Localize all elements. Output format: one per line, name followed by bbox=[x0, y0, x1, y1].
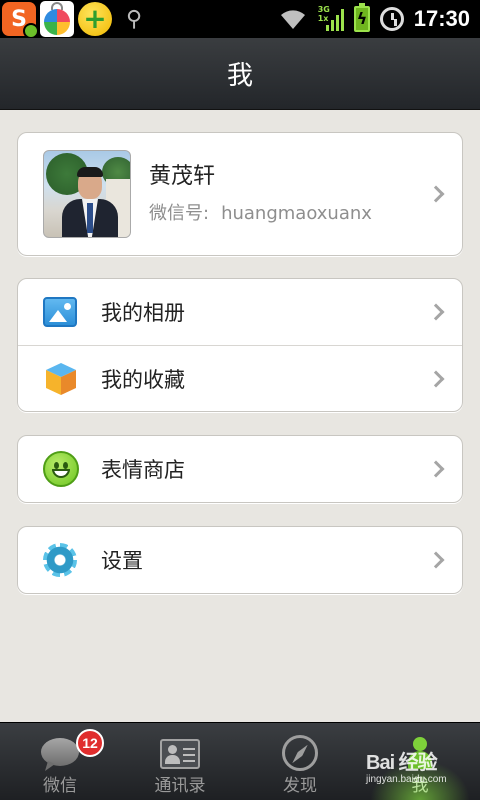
contacts-icon bbox=[160, 739, 200, 769]
baidu-jingyan-watermark: Bai 经验 jingyan.baidu.com bbox=[366, 752, 447, 785]
chevron-right-icon bbox=[427, 185, 445, 203]
chevron-right-icon bbox=[427, 551, 445, 569]
tab-label: 微信 bbox=[43, 776, 77, 796]
wifi-icon bbox=[278, 7, 308, 31]
chevron-right-icon bbox=[427, 460, 445, 478]
menu-item-album[interactable]: 我的相册 bbox=[18, 279, 462, 345]
profile-name: 黄茂轩 bbox=[149, 164, 216, 189]
menu-item-label: 我的相册 bbox=[101, 301, 185, 325]
wechat-id-value: huangmaoxuanx bbox=[221, 203, 372, 224]
header: 我 bbox=[0, 38, 480, 110]
chevron-right-icon bbox=[427, 303, 445, 321]
profile-card[interactable]: 黄茂轩 微信号: huangmaoxuanx bbox=[17, 132, 463, 256]
usb-icon: ⚲ bbox=[126, 6, 143, 32]
page-title: 我 bbox=[226, 61, 253, 91]
tab-label: 发现 bbox=[283, 776, 317, 796]
system-status: 3G 1x ϟ 17:30 bbox=[278, 0, 470, 38]
menu-item-favorites[interactable]: 我的收藏 bbox=[18, 346, 462, 412]
clock: 17:30 bbox=[413, 6, 470, 31]
album-favorites-group: 我的相册 我的收藏 bbox=[17, 278, 463, 412]
sogou-input-icon: S bbox=[2, 2, 39, 39]
tab-discover[interactable]: 发现 bbox=[240, 723, 360, 800]
menu-item-label: 设置 bbox=[101, 549, 143, 573]
status-bar: S + ⚲ 3G 1x ϟ 17:30 bbox=[0, 0, 480, 39]
alarm-icon bbox=[379, 7, 404, 31]
profile-row[interactable]: 黄茂轩 微信号: huangmaoxuanx bbox=[18, 133, 462, 255]
battery-icon: ϟ bbox=[353, 3, 370, 32]
avatar bbox=[43, 150, 131, 238]
sticker-shop-group: 表情商店 bbox=[17, 435, 463, 503]
tab-contacts[interactable]: 通讯录 bbox=[120, 723, 240, 800]
wechat-id: 微信号: huangmaoxuanx bbox=[149, 202, 372, 226]
menu-item-sticker-shop[interactable]: 表情商店 bbox=[18, 436, 462, 502]
wechat-id-label: 微信号: bbox=[149, 203, 210, 224]
compass-icon bbox=[282, 735, 318, 771]
chat-icon bbox=[41, 738, 79, 766]
tab-label: 通讯录 bbox=[154, 776, 206, 796]
smiley-icon bbox=[43, 451, 79, 487]
menu-item-label: 我的收藏 bbox=[101, 368, 185, 392]
plus-app-icon: + bbox=[78, 2, 112, 36]
gear-icon bbox=[43, 543, 77, 577]
signal-icon: 3G 1x bbox=[318, 5, 344, 32]
favorites-cube-icon bbox=[43, 361, 79, 397]
settings-group: 设置 bbox=[17, 526, 463, 594]
menu-item-label: 表情商店 bbox=[101, 458, 185, 482]
chevron-right-icon bbox=[427, 370, 445, 388]
notification-area: S + ⚲ bbox=[0, 1, 143, 39]
profile-info: 黄茂轩 微信号: huangmaoxuanx bbox=[149, 162, 372, 226]
menu-item-settings[interactable]: 设置 bbox=[18, 527, 462, 593]
unread-badge: 12 bbox=[76, 729, 104, 757]
shopping-bag-icon bbox=[40, 1, 74, 37]
photo-album-icon bbox=[43, 297, 77, 327]
tab-chats[interactable]: 微信 12 bbox=[0, 723, 120, 800]
